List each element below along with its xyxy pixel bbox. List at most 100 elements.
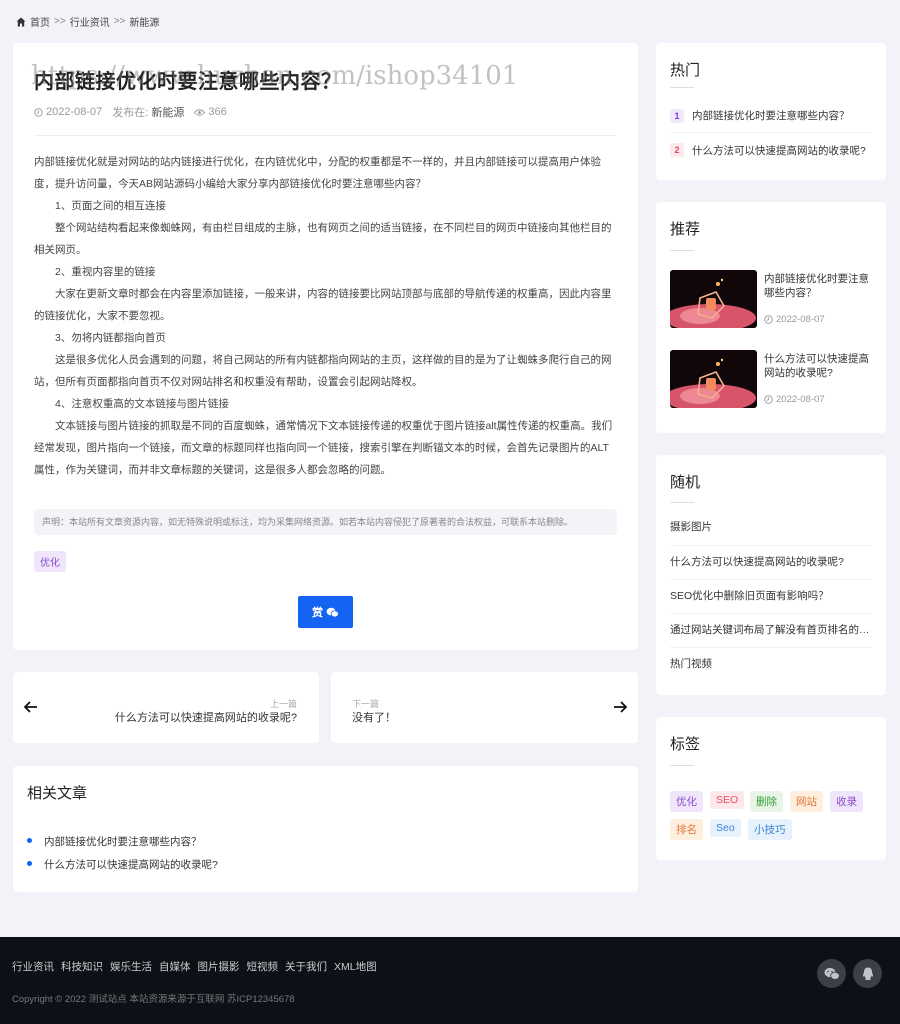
random-card: 随机 摄影图片 什么方法可以快速提高网站的收录呢? SEO优化中删除旧页面有影响…	[656, 455, 886, 695]
footer-link[interactable]: XML地图	[334, 959, 377, 974]
tags-title: 标签	[670, 736, 701, 753]
wechat-icon	[326, 607, 339, 617]
next-title[interactable]: 没有了！	[352, 709, 396, 725]
title-underline	[670, 87, 694, 88]
rank-badge: 1	[670, 108, 684, 123]
date-text: 2022-08-07	[776, 314, 825, 325]
tag-item[interactable]: 收录	[830, 791, 863, 812]
breadcrumb-separator: >>	[54, 16, 66, 27]
reward-label: 赏	[312, 607, 323, 619]
thumbnail-art	[670, 270, 757, 328]
article-subheading: 1、页面之间的相互连接	[55, 200, 166, 212]
date-text: 2022-08-07	[776, 394, 825, 405]
hot-item[interactable]: 1 内部链接优化时要注意哪些内容？	[670, 99, 872, 133]
article-views: 366	[208, 106, 227, 118]
related-item[interactable]: 内部链接优化时要注意哪些内容？	[44, 834, 202, 849]
tag-item[interactable]: 排名	[670, 819, 703, 840]
breadcrumb-separator: >>	[113, 16, 126, 27]
footer-link[interactable]: 图片摄影	[198, 959, 240, 974]
thumbnail-image[interactable]	[670, 270, 757, 328]
footer-link[interactable]: 娱乐生活	[110, 959, 152, 974]
footer-link[interactable]: 科技知识	[61, 959, 103, 974]
related-articles-card: 相关文章 内部链接优化时要注意哪些内容？ 什么方法可以快速提高网站的收录呢?	[13, 766, 638, 892]
breadcrumb-home[interactable]: 首页	[30, 14, 50, 29]
wechat-button[interactable]	[817, 959, 846, 988]
article-category[interactable]: 新能源	[151, 107, 184, 119]
recommend-item-date: 2022-08-07	[764, 394, 825, 405]
qq-button[interactable]	[853, 959, 882, 988]
clock-icon	[764, 315, 773, 324]
category-meta: 发布在: 新能源	[112, 104, 184, 120]
article-paragraph: 大家在更新文章时都会在内容里添加链接，一般来讲，内容的链接要比网站顶部与底部的导…	[34, 288, 612, 322]
article-meta: 2022-08-07 发布在: 新能源 366	[34, 104, 227, 120]
recommend-item-title[interactable]: 什么方法可以快速提高网站的收录呢?	[764, 352, 872, 380]
footer-link[interactable]: 自媒体	[159, 959, 191, 974]
tags-card: 标签 优化 SEO 删除 网站 收录 排名 Seo 小技巧	[656, 717, 886, 860]
title-underline	[670, 765, 694, 766]
related-title: 相关文章	[27, 785, 88, 802]
clock-icon	[34, 107, 43, 117]
article-tag[interactable]: 优化	[34, 551, 66, 572]
tag-item[interactable]: 优化	[670, 791, 703, 812]
hot-title: 热门	[670, 62, 701, 79]
reward-button[interactable]: 赏	[298, 596, 353, 628]
breadcrumb-category[interactable]: 行业资讯	[70, 14, 110, 29]
date-meta: 2022-08-07	[34, 106, 102, 118]
random-item[interactable]: 什么方法可以快速提高网站的收录呢?	[670, 545, 872, 579]
footer-link[interactable]: 短视频	[247, 959, 279, 974]
footer: 行业资讯 科技知识 娱乐生活 自媒体 图片摄影 短视频 关于我们 XML地图 C…	[0, 937, 900, 1024]
home-icon[interactable]	[16, 17, 26, 27]
next-post-card[interactable]: 下一篇 没有了！	[331, 672, 638, 743]
article-card: 内部链接优化时要注意哪些内容？ https://www.huzhan.com/i…	[13, 43, 638, 650]
clock-icon	[764, 395, 773, 404]
views-meta: 366	[194, 106, 227, 118]
hot-item-title: 内部链接优化时要注意哪些内容？	[692, 110, 850, 122]
tag-item[interactable]: 删除	[750, 791, 783, 812]
footer-link[interactable]: 行业资讯	[12, 959, 54, 974]
tag-item[interactable]: 网站	[790, 791, 823, 812]
thumbnail-art	[670, 350, 757, 408]
bullet-icon	[27, 861, 32, 866]
random-item[interactable]: 通过网站关键词布局了解没有首页排名的原...	[670, 613, 872, 647]
article-subheading: 4、注意权重高的文本链接与图片链接	[55, 398, 229, 410]
article-subheading: 3、勿将内链都指向首页	[55, 332, 166, 344]
article-paragraph: 文本链接与图片链接的抓取是不同的百度蜘蛛，通常情况下文本链接传递的权重优于图片链…	[34, 420, 613, 476]
hot-item[interactable]: 2 什么方法可以快速提高网站的收录呢?	[670, 133, 872, 167]
random-item[interactable]: 热门视频	[670, 647, 872, 681]
article-subheading: 2、重视内容里的链接	[55, 266, 156, 278]
bullet-icon	[27, 838, 32, 843]
prev-title[interactable]: 什么方法可以快速提高网站的收录呢?	[115, 709, 297, 725]
footer-link[interactable]: 关于我们	[285, 959, 327, 974]
tag-item[interactable]: SEO	[710, 791, 745, 809]
wechat-icon	[824, 967, 840, 980]
random-title: 随机	[670, 474, 701, 491]
article-content: 内部链接优化就是对网站的站内链接进行优化，在内链优化中，分配的权重都是不一样的，…	[34, 151, 617, 481]
recommend-item-title[interactable]: 内部链接优化时要注意哪些内容？	[764, 272, 872, 300]
rank-badge: 2	[670, 143, 684, 157]
thumbnail-image[interactable]	[670, 350, 757, 408]
recommend-title: 推荐	[670, 221, 701, 238]
arrow-right-icon	[614, 701, 628, 713]
tag-item[interactable]: Seo	[710, 819, 741, 837]
article-title: 内部链接优化时要注意哪些内容？	[34, 71, 342, 93]
arrow-left-icon	[23, 701, 37, 713]
title-divider	[34, 135, 616, 136]
article-paragraph: 整个网站结构看起来像蜘蛛网，有由栏目组成的主脉，也有网页之间的适当链接，在不同栏…	[34, 222, 612, 256]
copyright-notice: 声明：本站所有文章资源内容，如无特殊说明或标注，均为采集网络资源。如若本站内容侵…	[34, 509, 617, 535]
footer-nav: 行业资讯 科技知识 娱乐生活 自媒体 图片摄影 短视频 关于我们 XML地图	[12, 959, 377, 974]
prev-post-card[interactable]: 上一篇 什么方法可以快速提高网站的收录呢?	[13, 672, 319, 743]
breadcrumb-subcategory[interactable]: 新能源	[129, 14, 159, 29]
random-item[interactable]: SEO优化中删除旧页面有影响吗？	[670, 579, 872, 613]
qq-icon	[862, 967, 873, 980]
title-underline	[670, 250, 694, 251]
article-paragraph: 这是很多优化人员会遇到的问题，将自己网站的所有内链都指向网站的主页，这样做的目的…	[34, 354, 612, 388]
breadcrumb: 首页 >> 行业资讯 >> 新能源	[16, 14, 159, 29]
title-underline	[670, 502, 694, 503]
recommend-item-date: 2022-08-07	[764, 314, 825, 325]
tag-item[interactable]: 小技巧	[748, 819, 792, 840]
article-date: 2022-08-07	[46, 106, 103, 118]
related-item[interactable]: 什么方法可以快速提高网站的收录呢?	[44, 857, 218, 872]
random-item[interactable]: 摄影图片	[670, 510, 872, 544]
published-in-label: 发布在:	[112, 107, 149, 119]
hot-card: 热门 1 内部链接优化时要注意哪些内容？ 2 什么方法可以快速提高网站的收录呢?	[656, 43, 886, 180]
